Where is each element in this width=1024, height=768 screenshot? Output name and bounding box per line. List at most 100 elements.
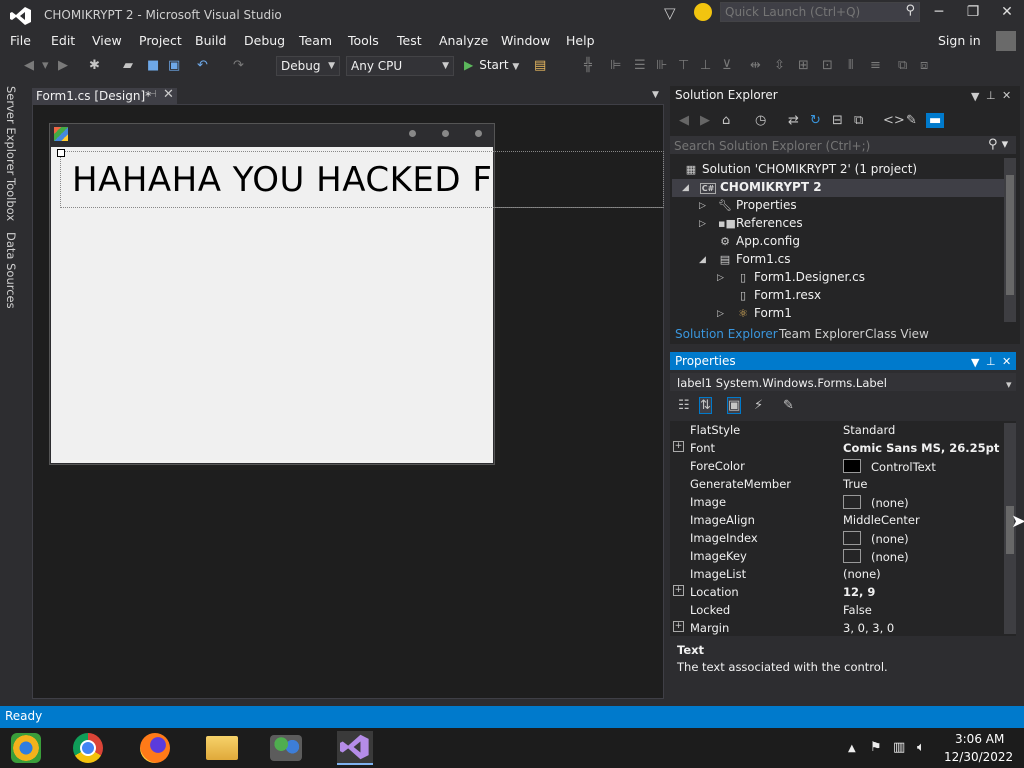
close-tab-icon[interactable]: ✕ (163, 87, 174, 102)
open-folder-icon[interactable]: ▰ (123, 58, 133, 73)
prop-row-flatstyle[interactable]: FlatStyle Standard (670, 421, 1002, 439)
align-left-icon[interactable]: ⊫ (610, 58, 621, 73)
prop-row-locked[interactable]: Locked False (670, 601, 1002, 619)
action-center-flag-icon[interactable]: ⚑ (870, 740, 882, 755)
prop-value-wrap[interactable]: (none) (843, 531, 909, 546)
feedback-smiley-icon[interactable] (694, 3, 712, 21)
resize-handle[interactable] (57, 149, 65, 157)
configuration-select[interactable]: Debug ▼ (276, 56, 340, 76)
menu-debug[interactable]: Debug (244, 33, 285, 48)
align-middle-icon[interactable]: ⊥ (700, 58, 711, 73)
platform-select[interactable]: Any CPU ▼ (346, 56, 454, 76)
size-to-grid-icon[interactable]: ⊡ (822, 58, 833, 73)
navigate-forward-icon[interactable]: ▶ (58, 58, 68, 73)
dropdown-arrow-icon[interactable]: ▾ (42, 58, 49, 73)
save-icon[interactable]: ■ (147, 58, 159, 73)
prop-value-wrap[interactable]: (none) (843, 495, 909, 510)
menu-help[interactable]: Help (566, 33, 595, 48)
properties-dropdown-icon[interactable]: ▼ (971, 356, 979, 369)
prop-value[interactable]: 12, 9 (843, 585, 875, 599)
prop-row-font[interactable]: + Font Comic Sans MS, 26.25pt (670, 439, 1002, 457)
panel-pin-icon[interactable]: ⊥ (986, 89, 996, 102)
notifications-filter-icon[interactable]: ▽ (664, 4, 676, 22)
clock-time[interactable]: 3:06 AM (955, 732, 1004, 746)
make-same-height-icon[interactable]: ⇳ (774, 58, 785, 73)
menu-test[interactable]: Test (397, 33, 422, 48)
solution-explorer-search[interactable] (670, 136, 1016, 156)
solution-explorer-scroll-thumb[interactable] (1006, 175, 1014, 295)
pending-changes-icon[interactable]: ◷ (755, 113, 766, 128)
redo-icon[interactable]: ↷ (233, 58, 244, 73)
tree-item-form1-cs[interactable]: ▤ Form1.cs (718, 252, 791, 266)
prop-row-generatemember[interactable]: GenerateMember True (670, 475, 1002, 493)
se-forward-icon[interactable]: ▶ (700, 113, 710, 128)
tree-item-app-config[interactable]: ⚙ App.config (718, 234, 800, 248)
prop-row-margin[interactable]: + Margin 3, 0, 3, 0 (670, 619, 1002, 637)
alphabetical-icon[interactable]: ⇅ (699, 397, 712, 414)
view-code-icon[interactable]: <> (883, 113, 905, 128)
menu-file[interactable]: File (10, 33, 31, 48)
side-tab-server-explorer[interactable]: Server Explorer (4, 86, 18, 175)
horizontal-spacing-icon[interactable]: ⫴ (848, 58, 853, 73)
side-tab-data-sources[interactable]: Data Sources (4, 232, 18, 309)
collapse-arrow-icon[interactable]: ◢ (699, 255, 706, 265)
network-icon[interactable]: ▥ (893, 740, 905, 755)
home-icon[interactable]: ⌂ (722, 113, 730, 128)
panel-dropdown-icon[interactable]: ▼ (971, 90, 979, 103)
collapse-arrow-icon[interactable]: ◢ (682, 183, 689, 193)
tree-item-solution[interactable]: ▦ Solution 'CHOMIKRYPT 2' (1 project) (684, 162, 917, 176)
tree-item-project[interactable]: C# CHOMIKRYPT 2 (700, 180, 822, 194)
collapse-all-icon[interactable]: ⊟ (832, 113, 843, 128)
sync-icon[interactable]: ⇄ (788, 113, 799, 128)
categorized-icon[interactable]: ☷ (678, 398, 690, 413)
tree-item-form1-resx[interactable]: ▯ Form1.resx (736, 288, 821, 302)
quick-launch-input[interactable] (721, 3, 899, 21)
sign-in-link[interactable]: Sign in (938, 33, 981, 48)
menu-build[interactable]: Build (195, 33, 226, 48)
prop-row-imageindex[interactable]: ImageIndex (none) (670, 529, 1002, 547)
vertical-spacing-icon[interactable]: ≡ (870, 58, 881, 73)
menu-window[interactable]: Window (501, 33, 550, 48)
close-button[interactable]: ✕ (992, 4, 1022, 20)
send-to-back-icon[interactable]: ⧈ (920, 58, 928, 73)
undo-icon[interactable]: ↶ (197, 58, 208, 73)
tree-item-form1-designer[interactable]: ▯ Form1.Designer.cs (736, 270, 865, 284)
properties-wrench-icon[interactable]: ✎ (906, 113, 917, 128)
attach-icon[interactable]: ▤ (534, 58, 546, 73)
label1-text[interactable]: HAHAHA YOU HACKED F (72, 160, 493, 200)
prop-row-imagelist[interactable]: ImageList (none) (670, 565, 1002, 583)
quick-launch-box[interactable]: ⚲ (720, 2, 920, 22)
pin-tab-icon[interactable]: ⊣ (148, 89, 157, 100)
make-same-size-icon[interactable]: ⊞ (798, 58, 809, 73)
menu-edit[interactable]: Edit (51, 33, 75, 48)
expand-plus-icon[interactable]: + (673, 585, 684, 596)
prop-row-image[interactable]: Image (none) (670, 493, 1002, 511)
expand-arrow-icon[interactable]: ▷ (699, 201, 706, 211)
tree-item-properties[interactable]: 🔧︎ Properties (718, 198, 797, 212)
prop-row-forecolor[interactable]: ForeColor ControlText (670, 457, 1002, 475)
expand-plus-icon[interactable]: + (673, 621, 684, 632)
menu-project[interactable]: Project (139, 33, 182, 48)
chrome-icon[interactable] (70, 731, 106, 765)
bring-to-front-icon[interactable]: ⧉ (898, 58, 907, 73)
align-top-icon[interactable]: ⊤ (678, 58, 689, 73)
prop-row-imagealign[interactable]: ImageAlign MiddleCenter (670, 511, 1002, 529)
side-tab-toolbox[interactable]: Toolbox (4, 178, 18, 221)
tree-item-form1-class[interactable]: ⚛ Form1 (736, 306, 792, 320)
save-all-icon[interactable]: ▣ (168, 58, 180, 73)
account-avatar-icon[interactable] (996, 31, 1016, 51)
prop-value[interactable]: 3, 0, 3, 0 (843, 621, 894, 635)
expand-arrow-icon[interactable]: ▷ (717, 309, 724, 319)
prop-value-wrap[interactable]: (none) (843, 549, 909, 564)
menu-analyze[interactable]: Analyze (439, 33, 488, 48)
tree-item-references[interactable]: ▪■References (718, 216, 803, 230)
align-grid-icon[interactable]: ╬ (584, 58, 592, 73)
expand-plus-icon[interactable]: + (673, 441, 684, 452)
expand-arrow-icon[interactable]: ▷ (717, 273, 724, 283)
prop-value[interactable]: False (843, 603, 872, 617)
prop-value[interactable]: True (843, 477, 867, 491)
visual-studio-icon[interactable] (337, 731, 373, 765)
prop-value[interactable]: Standard (843, 423, 895, 437)
tab-team-explorer[interactable]: Team Explorer (779, 327, 865, 341)
firefox-icon[interactable] (137, 731, 173, 765)
